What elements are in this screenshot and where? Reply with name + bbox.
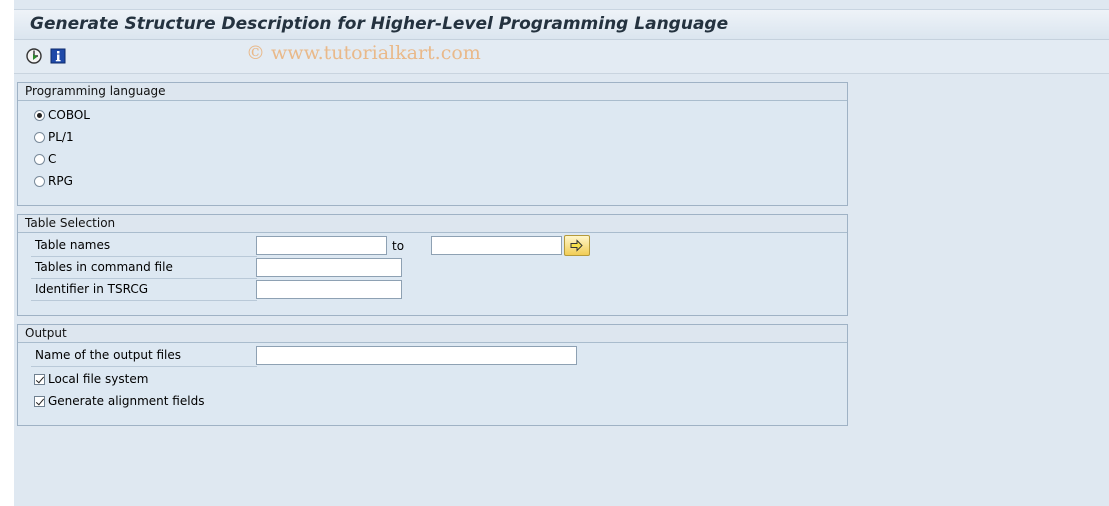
tables-command-file-input[interactable] <box>256 258 402 277</box>
radio-cobol[interactable]: COBOL <box>34 106 90 124</box>
generate-alignment-label: Generate alignment fields <box>48 394 205 408</box>
output-header: Output <box>18 325 847 343</box>
output-files-input[interactable] <box>256 346 577 365</box>
radio-c-label: C <box>48 152 57 166</box>
programming-language-group: Programming language COBOL PL/1 C RPG <box>17 82 848 206</box>
checkbox-checked-icon[interactable] <box>34 396 45 407</box>
table-selection-group: Table Selection Table names to Tables in… <box>17 214 848 316</box>
title-bar: Generate Structure Description for Highe… <box>14 9 1109 40</box>
table-names-to-input[interactable] <box>431 236 562 255</box>
page-title: Generate Structure Description for Highe… <box>30 14 729 34</box>
table-names-label: Table names <box>35 238 111 252</box>
identifier-input[interactable] <box>256 280 402 299</box>
checkbox-checked-icon[interactable] <box>34 374 45 385</box>
radio-pl1-label: PL/1 <box>48 130 74 144</box>
application-toolbar <box>14 40 1109 74</box>
radio-unselected-icon[interactable] <box>34 154 45 165</box>
to-label: to <box>392 239 405 253</box>
output-group: Output Name of the output files Local fi… <box>17 324 848 426</box>
tables-command-file-row: Tables in command file <box>31 257 257 279</box>
table-names-row: Table names <box>31 235 257 257</box>
local-file-system-label: Local file system <box>48 372 149 386</box>
tables-command-file-label: Tables in command file <box>35 260 173 274</box>
selection-screen: Programming language COBOL PL/1 C RPG Ta… <box>14 74 1109 506</box>
local-file-system-checkbox[interactable]: Local file system <box>34 370 148 388</box>
generate-alignment-checkbox[interactable]: Generate alignment fields <box>34 392 204 410</box>
watermark-text: © www.tutorialkart.com <box>246 42 481 64</box>
table-names-from-input[interactable] <box>256 236 387 255</box>
output-files-row: Name of the output files <box>31 345 257 367</box>
left-margin <box>0 0 14 506</box>
info-icon[interactable] <box>49 47 67 65</box>
identifier-row: Identifier in TSRCG <box>31 279 257 301</box>
radio-unselected-icon[interactable] <box>34 176 45 187</box>
execute-icon[interactable] <box>25 47 43 65</box>
radio-selected-icon[interactable] <box>34 110 45 121</box>
radio-pl1[interactable]: PL/1 <box>34 128 74 146</box>
radio-rpg[interactable]: RPG <box>34 172 73 190</box>
table-selection-header: Table Selection <box>18 215 847 233</box>
programming-language-header: Programming language <box>18 83 847 101</box>
radio-c[interactable]: C <box>34 150 56 168</box>
identifier-label: Identifier in TSRCG <box>35 282 148 296</box>
output-files-label: Name of the output files <box>35 348 182 362</box>
radio-cobol-label: COBOL <box>48 108 90 122</box>
radio-rpg-label: RPG <box>48 174 73 188</box>
radio-unselected-icon[interactable] <box>34 132 45 143</box>
arrow-right-icon <box>570 239 583 252</box>
multiple-selection-button[interactable] <box>564 235 590 256</box>
